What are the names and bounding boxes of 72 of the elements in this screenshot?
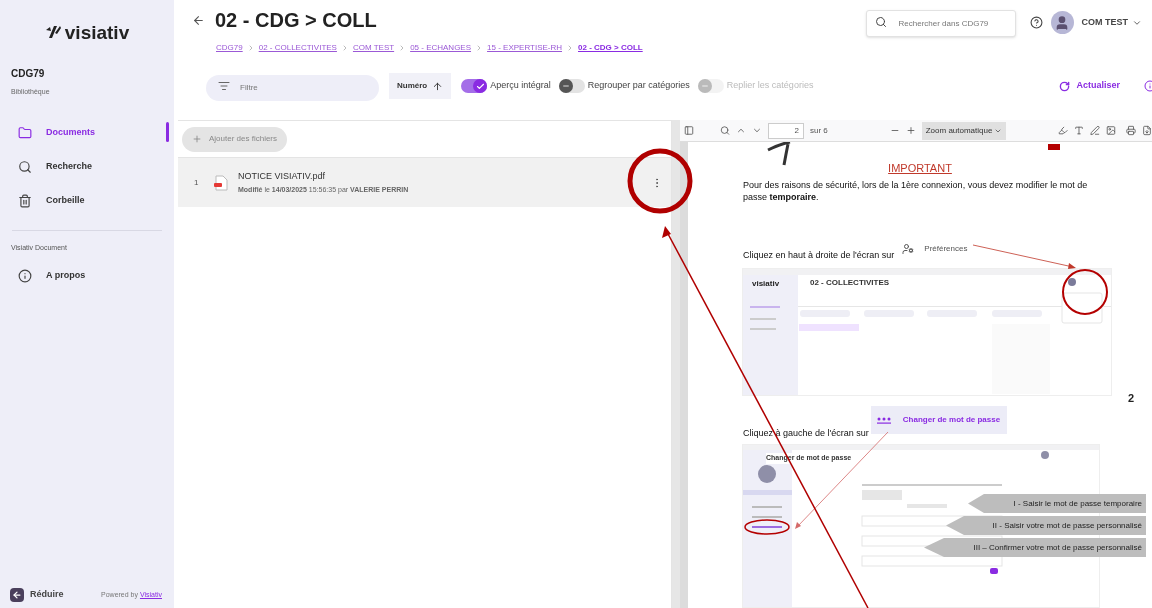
breadcrumb-link[interactable]: 05 - ECHANGES	[410, 42, 472, 54]
document-paragraph: Pour des raisons de sécurité, lors de la 1ère connexion, vous devez modifier le mot de passe temporaire.	[742, 178, 1089, 203]
toggle-label: Regrouper par catégories	[587, 79, 690, 93]
logo-icon	[44, 25, 61, 39]
screenshot-logo: visiativ	[752, 277, 780, 290]
breadcrumb-link[interactable]: 15 - EXPERTISE-RH	[487, 42, 562, 54]
search-icon	[874, 16, 887, 28]
instruction-text: Cliquez en haut à droite de l'écran sur	[743, 249, 895, 262]
arrow-icon	[10, 588, 24, 602]
trash-icon	[18, 193, 32, 208]
file-name: NOTICE VISIATIV.pdf	[238, 169, 327, 183]
pane-splitter[interactable]	[672, 120, 680, 608]
breadcrumb-link[interactable]: 02 - COLLECTIVITES	[258, 42, 337, 54]
zoom-select[interactable]: Zoom automatique	[921, 121, 1006, 140]
plus-icon	[192, 134, 202, 144]
minus-icon	[561, 82, 570, 90]
preferences-icon	[902, 242, 915, 255]
screenshot-title: 02 - COLLECTIVITES	[810, 276, 890, 289]
sidebar-toggle-icon[interactable]	[684, 125, 694, 136]
library-name: CDG79	[11, 67, 46, 81]
filter-icon	[218, 80, 230, 92]
page-title: 02 - CDG > COLL	[215, 10, 377, 30]
active-indicator	[166, 121, 169, 142]
document-heading: IMPORTANT	[887, 161, 953, 176]
text-icon[interactable]	[1074, 125, 1084, 136]
breadcrumb-link[interactable]: CDG79	[216, 42, 243, 54]
breadcrumb-link[interactable]: 02 - CDG > COLL	[578, 42, 643, 54]
nav-item[interactable]: Corbeille	[46, 193, 85, 208]
preferences-label: Préférences	[924, 242, 968, 255]
highlighter-icon[interactable]	[1058, 125, 1068, 136]
print-icon[interactable]	[1125, 125, 1136, 136]
search-icon	[18, 159, 32, 174]
user-menu-button[interactable]: COM TEST	[1081, 15, 1142, 30]
refresh-icon	[1059, 80, 1071, 92]
download-icon[interactable]	[1141, 125, 1152, 136]
image-icon[interactable]	[1105, 125, 1116, 136]
refresh-button[interactable]: Actualiser	[1059, 79, 1120, 93]
sort-button[interactable]: Numéro	[389, 73, 452, 99]
logo: visiativ	[64, 22, 130, 42]
toggle-label: Replier les catégories	[726, 79, 814, 93]
check-icon	[475, 81, 485, 91]
decoration-mark	[1048, 144, 1060, 150]
instruction-text: Cliquez à gauche de l'écran sur	[743, 426, 869, 440]
nav-item[interactable]: Recherche	[46, 159, 93, 174]
page-number: 2	[1127, 390, 1134, 406]
breadcrumb-link[interactable]: COM TEST	[352, 42, 395, 54]
help-icon[interactable]	[1029, 16, 1043, 29]
page-count: sur 6	[809, 124, 828, 137]
menu-item-preview: Changer de mot de passe	[870, 406, 1007, 434]
avatar-icon[interactable]	[1050, 11, 1074, 34]
toggle-label: Aperçu intégral	[490, 79, 551, 93]
folder-icon	[18, 125, 32, 140]
minus-icon	[700, 82, 709, 90]
annotation-circle	[627, 148, 693, 214]
toggle-switch[interactable]	[558, 79, 585, 93]
nav-item[interactable]: A propos	[46, 269, 86, 283]
pen-icon[interactable]	[1089, 125, 1100, 136]
collapse-button[interactable]: Réduire	[10, 588, 64, 602]
chevron-icon	[566, 44, 574, 52]
password-icon	[876, 416, 891, 424]
pdf-file-icon	[214, 174, 228, 191]
filter-field[interactable]: Filtre	[206, 74, 379, 101]
zoom-in-icon[interactable]	[905, 125, 916, 136]
search-field[interactable]: Rechercher dans CDG79	[865, 10, 1016, 37]
page-number-field[interactable]: 2	[767, 122, 804, 139]
row-number: 1	[194, 176, 200, 189]
info-icon	[18, 269, 32, 283]
search-icon[interactable]	[720, 125, 730, 136]
toggle-switch[interactable]	[461, 79, 488, 93]
arrow-up-icon	[432, 80, 444, 92]
nav-item[interactable]: Documents	[46, 125, 95, 140]
back-icon[interactable]	[192, 13, 205, 27]
